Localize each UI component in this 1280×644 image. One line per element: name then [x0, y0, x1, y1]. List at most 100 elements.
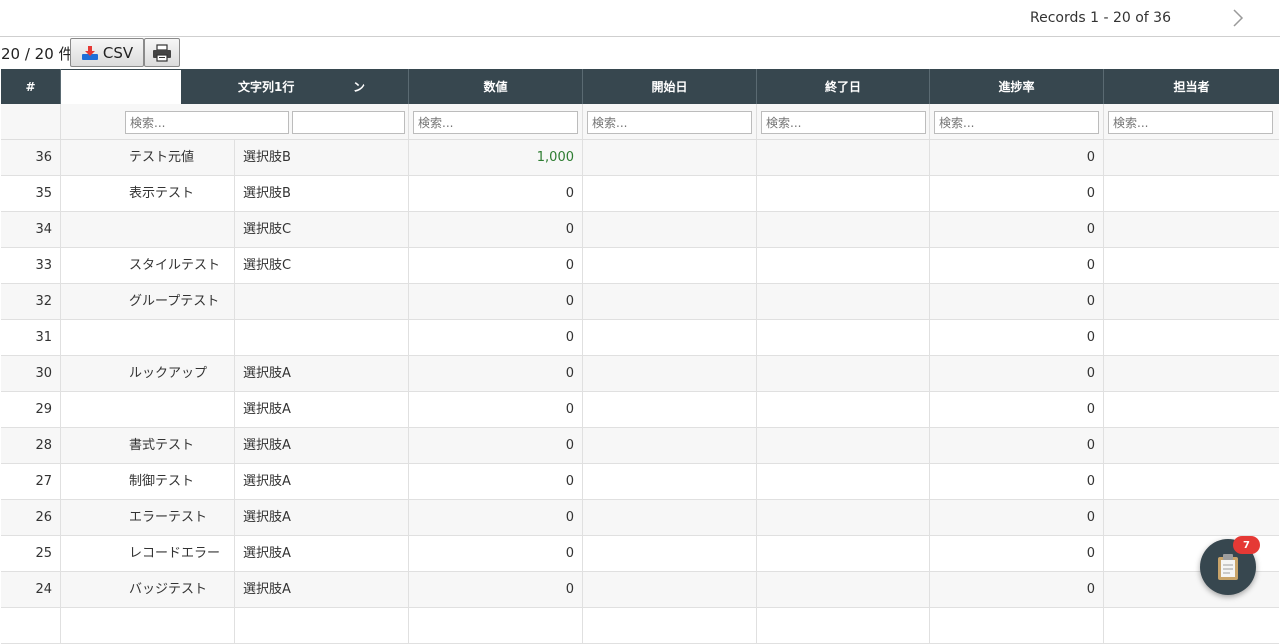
next-page-button[interactable]	[1228, 8, 1248, 28]
cell-start-date	[583, 176, 757, 212]
cell-id: 29	[1, 392, 61, 428]
cell-text	[61, 320, 235, 356]
cell-text: スタイルテスト	[61, 248, 235, 284]
cell-number: 0	[409, 248, 583, 284]
notification-badge: 7	[1233, 536, 1260, 554]
cell-id: 33	[1, 248, 61, 284]
cell-end-date	[757, 536, 930, 572]
cell-start-date	[583, 572, 757, 608]
cell-number: 0	[409, 392, 583, 428]
cell-owner	[1104, 284, 1279, 320]
header-text-suffix: ン	[353, 80, 366, 94]
table-row[interactable]: 26 エラーテスト 選択肢A 0 0	[1, 500, 1279, 536]
cell-id: 36	[1, 140, 61, 176]
cell-end-date	[757, 392, 930, 428]
cell-id: 30	[1, 356, 61, 392]
table-row[interactable]: 32 グループテスト 0 0	[1, 284, 1279, 320]
header-text-column[interactable]: 文字列1行 ン	[181, 69, 409, 104]
header-end-date[interactable]: 終了日	[757, 69, 930, 104]
cell-end-date	[757, 284, 930, 320]
cell-end-date	[757, 608, 930, 644]
cell-id: 31	[1, 320, 61, 356]
cell-owner	[1104, 320, 1279, 356]
filter-cell-number	[409, 104, 583, 140]
csv-export-button[interactable]: CSV	[70, 38, 144, 67]
filter-start-date-input[interactable]	[587, 111, 752, 134]
cell-text: グループテスト	[61, 284, 235, 320]
filter-cell-index	[1, 104, 61, 140]
table-row[interactable]	[1, 608, 1279, 644]
cell-id: 25	[1, 536, 61, 572]
cell-progress: 0	[930, 536, 1104, 572]
cell-number: 1,000	[409, 140, 583, 176]
filter-cell-text	[61, 104, 409, 140]
cell-id	[1, 608, 61, 644]
header-progress[interactable]: 進捗率	[930, 69, 1104, 104]
cell-text: テスト元値	[61, 140, 235, 176]
cell-text: 書式テスト	[61, 428, 235, 464]
table-row[interactable]: 36 テスト元値 選択肢B 1,000 0	[1, 140, 1279, 176]
table-row[interactable]: 29 選択肢A 0 0	[1, 392, 1279, 428]
cell-progress: 0	[930, 248, 1104, 284]
table-row[interactable]: 31 0 0	[1, 320, 1279, 356]
cell-progress: 0	[930, 392, 1104, 428]
cell-number: 0	[409, 572, 583, 608]
header-start-date[interactable]: 開始日	[583, 69, 757, 104]
header-index[interactable]: #	[1, 69, 61, 104]
table-row[interactable]: 30 ルックアップ 選択肢A 0 0	[1, 356, 1279, 392]
cell-id: 24	[1, 572, 61, 608]
table-row[interactable]: 25 レコードエラー 選択肢A 0 0	[1, 536, 1279, 572]
filter-row	[1, 104, 1279, 140]
printer-icon	[153, 43, 171, 62]
cell-number: 0	[409, 356, 583, 392]
filter-choice-input[interactable]	[292, 111, 405, 134]
cell-choice: 選択肢C	[235, 248, 409, 284]
cell-start-date	[583, 536, 757, 572]
cell-id: 34	[1, 212, 61, 248]
table-row[interactable]: 35 表示テスト 選択肢B 0 0	[1, 176, 1279, 212]
cell-owner	[1104, 428, 1279, 464]
cell-owner	[1104, 176, 1279, 212]
cell-end-date	[757, 212, 930, 248]
table-row[interactable]: 24 バッジテスト 選択肢A 0 0	[1, 572, 1279, 608]
table-toolbar: 20 / 20 件 CSV	[0, 38, 1280, 69]
filter-owner-input[interactable]	[1108, 111, 1273, 134]
filter-text-input[interactable]	[125, 111, 289, 134]
table-row[interactable]: 28 書式テスト 選択肢A 0 0	[1, 428, 1279, 464]
cell-end-date	[757, 500, 930, 536]
cell-choice: 選択肢C	[235, 212, 409, 248]
cell-text	[61, 212, 235, 248]
cell-owner	[1104, 212, 1279, 248]
filter-progress-input[interactable]	[934, 111, 1099, 134]
cell-end-date	[757, 572, 930, 608]
cell-progress: 0	[930, 572, 1104, 608]
cell-end-date	[757, 428, 930, 464]
print-button[interactable]	[144, 38, 180, 67]
cell-end-date	[757, 320, 930, 356]
download-tray-icon	[81, 45, 98, 60]
cell-choice: 選択肢A	[235, 428, 409, 464]
cell-owner	[1104, 500, 1279, 536]
filter-number-input[interactable]	[413, 111, 578, 134]
csv-button-label: CSV	[102, 43, 134, 62]
cell-end-date	[757, 248, 930, 284]
cell-choice: 選択肢A	[235, 392, 409, 428]
cell-start-date	[583, 212, 757, 248]
cell-text: 表示テスト	[61, 176, 235, 212]
cell-end-date	[757, 140, 930, 176]
cell-owner	[1104, 464, 1279, 500]
cell-progress: 0	[930, 212, 1104, 248]
cell-text: ルックアップ	[61, 356, 235, 392]
table-row[interactable]: 27 制御テスト 選択肢A 0 0	[1, 464, 1279, 500]
filter-end-date-input[interactable]	[761, 111, 926, 134]
cell-progress: 0	[930, 140, 1104, 176]
table-row[interactable]: 33 スタイルテスト 選択肢C 0 0	[1, 248, 1279, 284]
cell-number: 0	[409, 176, 583, 212]
table-row[interactable]: 34 選択肢C 0 0	[1, 212, 1279, 248]
cell-end-date	[757, 356, 930, 392]
header-owner[interactable]: 担当者	[1104, 69, 1279, 104]
cell-start-date	[583, 500, 757, 536]
cell-start-date	[583, 392, 757, 428]
cell-progress: 0	[930, 320, 1104, 356]
header-number[interactable]: 数値	[409, 69, 583, 104]
